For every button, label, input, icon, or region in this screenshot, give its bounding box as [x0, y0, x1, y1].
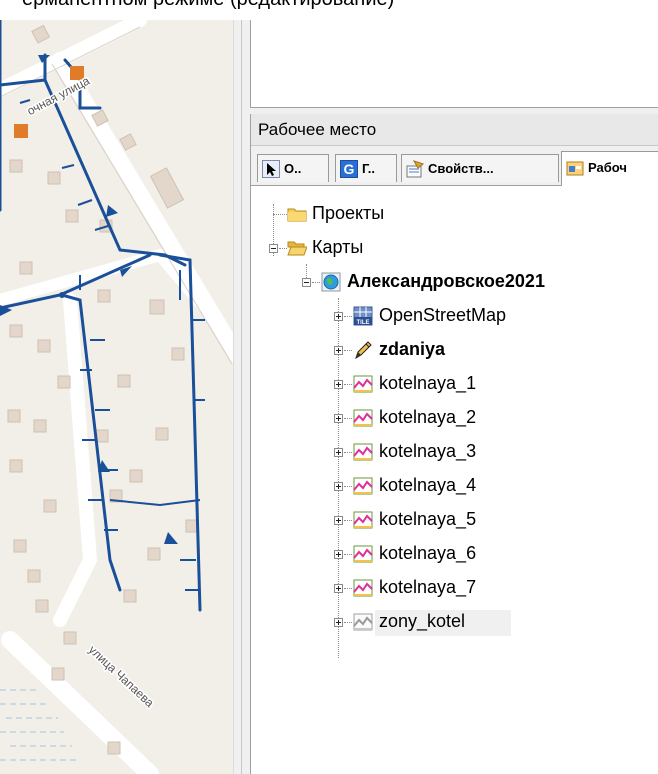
top-caption-text: ерманентном режиме (редактирование): [22, 0, 394, 11]
vector-layer-disabled-icon: [353, 613, 373, 631]
workspace-tree: Проекты Карты Александровское2021 TILE O…: [251, 186, 658, 774]
vector-layer-icon: [353, 579, 373, 597]
tree-layer-zdaniya[interactable]: zdaniya: [251, 336, 658, 364]
expand-icon[interactable]: [334, 380, 343, 389]
expand-icon[interactable]: [334, 312, 343, 321]
expand-icon[interactable]: [334, 346, 343, 355]
edit-pencil-icon: [355, 341, 372, 360]
tab-properties[interactable]: Свойств...: [401, 154, 559, 182]
tree-item-maps[interactable]: Карты: [251, 234, 658, 262]
tab-google[interactable]: G Г..: [335, 154, 397, 182]
map-canvas[interactable]: очная улица улица Чапаева: [0, 0, 233, 774]
tree-layer-zdaniya-label: zdaniya: [379, 339, 446, 359]
tree-layer-osm[interactable]: TILE OpenStreetMap: [251, 302, 658, 330]
top-caption: ерманентном режиме (редактирование): [0, 0, 658, 20]
tab-workspace-label: Рабоч: [588, 160, 627, 175]
tree-layer-kotelnaya-6[interactable]: kotelnaya_6: [251, 540, 658, 568]
tree-layer-kotelnaya-1-label: kotelnaya_1: [379, 373, 477, 393]
open-folder-icon: [287, 241, 307, 256]
workspace-title: Рабочее место: [258, 120, 377, 139]
tree-layer-kotelnaya-4[interactable]: kotelnaya_4: [251, 472, 658, 500]
expand-icon[interactable]: [334, 482, 343, 491]
workspace-title-bar: Рабочее место: [251, 114, 658, 146]
folder-icon: [287, 208, 307, 222]
vector-layer-icon: [353, 545, 373, 563]
svg-text:TILE: TILE: [357, 320, 370, 326]
tree-item-projects-label: Проекты: [312, 203, 385, 223]
properties-icon: [406, 160, 424, 178]
vector-layer-icon: [353, 409, 373, 427]
network-node: [59, 292, 65, 298]
vector-layer-icon: [353, 511, 373, 529]
tree-layer-kotelnaya-4-label: kotelnaya_4: [379, 475, 477, 495]
tree-layer-kotelnaya-1[interactable]: kotelnaya_1: [251, 370, 658, 398]
tree-layer-kotelnaya-5-label: kotelnaya_5: [379, 509, 477, 529]
workspace-icon: [566, 161, 584, 176]
collapse-icon[interactable]: [302, 278, 311, 287]
workspace-panel: Рабочее место О.. G Г.. Свойств... Рабоч…: [250, 114, 658, 774]
panel-splitter[interactable]: [233, 0, 251, 774]
tree-layer-kotelnaya-3-label: kotelnaya_3: [379, 441, 477, 461]
expand-icon[interactable]: [334, 584, 343, 593]
vector-layer-icon: [353, 477, 373, 495]
tab-properties-label: Свойств...: [428, 161, 494, 176]
tab-objects-label: О..: [284, 161, 302, 176]
expand-icon[interactable]: [334, 618, 343, 627]
tree-item-maps-label: Карты: [312, 237, 364, 257]
expand-icon[interactable]: [334, 414, 343, 423]
expand-icon[interactable]: [334, 448, 343, 457]
tree-layer-zony-kotel[interactable]: zony_kotel: [251, 608, 658, 636]
tab-google-label: Г..: [362, 161, 375, 176]
tree-layer-kotelnaya-7[interactable]: kotelnaya_7: [251, 574, 658, 602]
tree-layer-kotelnaya-3[interactable]: kotelnaya_3: [251, 438, 658, 466]
tree-layer-kotelnaya-2-label: kotelnaya_2: [379, 407, 477, 427]
svg-text:G: G: [344, 161, 355, 177]
workspace-tabs: О.. G Г.. Свойств... Рабоч: [251, 146, 658, 186]
expand-icon[interactable]: [334, 516, 343, 525]
tree-layer-kotelnaya-2[interactable]: kotelnaya_2: [251, 404, 658, 432]
tree-layer-osm-label: OpenStreetMap: [379, 305, 507, 325]
select-arrow-icon: [262, 160, 280, 178]
tree-layer-kotelnaya-5[interactable]: kotelnaya_5: [251, 506, 658, 534]
collapse-icon[interactable]: [269, 244, 278, 253]
tree-layer-zony-kotel-label: zony_kotel: [379, 611, 466, 631]
map-svg[interactable]: очная улица улица Чапаева: [0, 0, 233, 774]
expand-icon[interactable]: [334, 550, 343, 559]
google-g-icon: G: [340, 160, 358, 178]
tab-workspace[interactable]: Рабоч: [561, 151, 658, 186]
tree-item-map-label: Александровское2021: [347, 271, 545, 291]
tile-layer-icon: TILE: [353, 306, 373, 326]
tree-layer-kotelnaya-7-label: kotelnaya_7: [379, 577, 477, 597]
tree-item-map[interactable]: Александровское2021: [251, 268, 658, 296]
tree-item-projects[interactable]: Проекты: [251, 200, 658, 228]
vector-layer-icon: [353, 443, 373, 461]
tab-objects[interactable]: О..: [257, 154, 329, 182]
tree-layer-kotelnaya-6-label: kotelnaya_6: [379, 543, 477, 563]
globe-map-icon: [321, 272, 341, 292]
vector-layer-icon: [353, 375, 373, 393]
